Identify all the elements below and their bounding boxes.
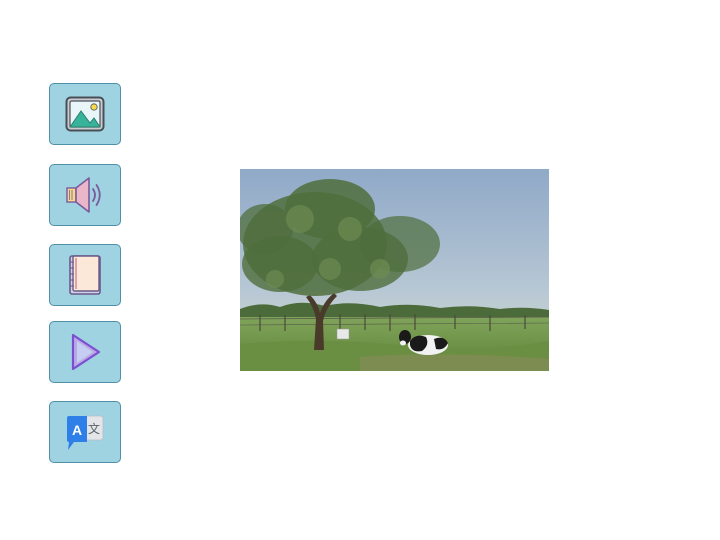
speaker-icon: [66, 177, 101, 213]
tree-cow-landscape-image: [240, 169, 549, 371]
notebook-button[interactable]: [49, 244, 121, 306]
notebook-icon: [69, 255, 101, 295]
audio-button[interactable]: [49, 164, 121, 226]
play-button[interactable]: [49, 321, 121, 383]
translate-latin-glyph: A: [72, 422, 82, 438]
play-icon: [71, 333, 101, 371]
translate-cjk-glyph: 文: [88, 421, 100, 436]
image-button[interactable]: [49, 83, 121, 145]
stage: A 文: [0, 0, 720, 540]
translate-button[interactable]: A 文: [49, 401, 121, 463]
translate-icon: A 文: [67, 415, 104, 450]
pasture-photo: [240, 169, 549, 371]
image-icon: [65, 96, 105, 132]
